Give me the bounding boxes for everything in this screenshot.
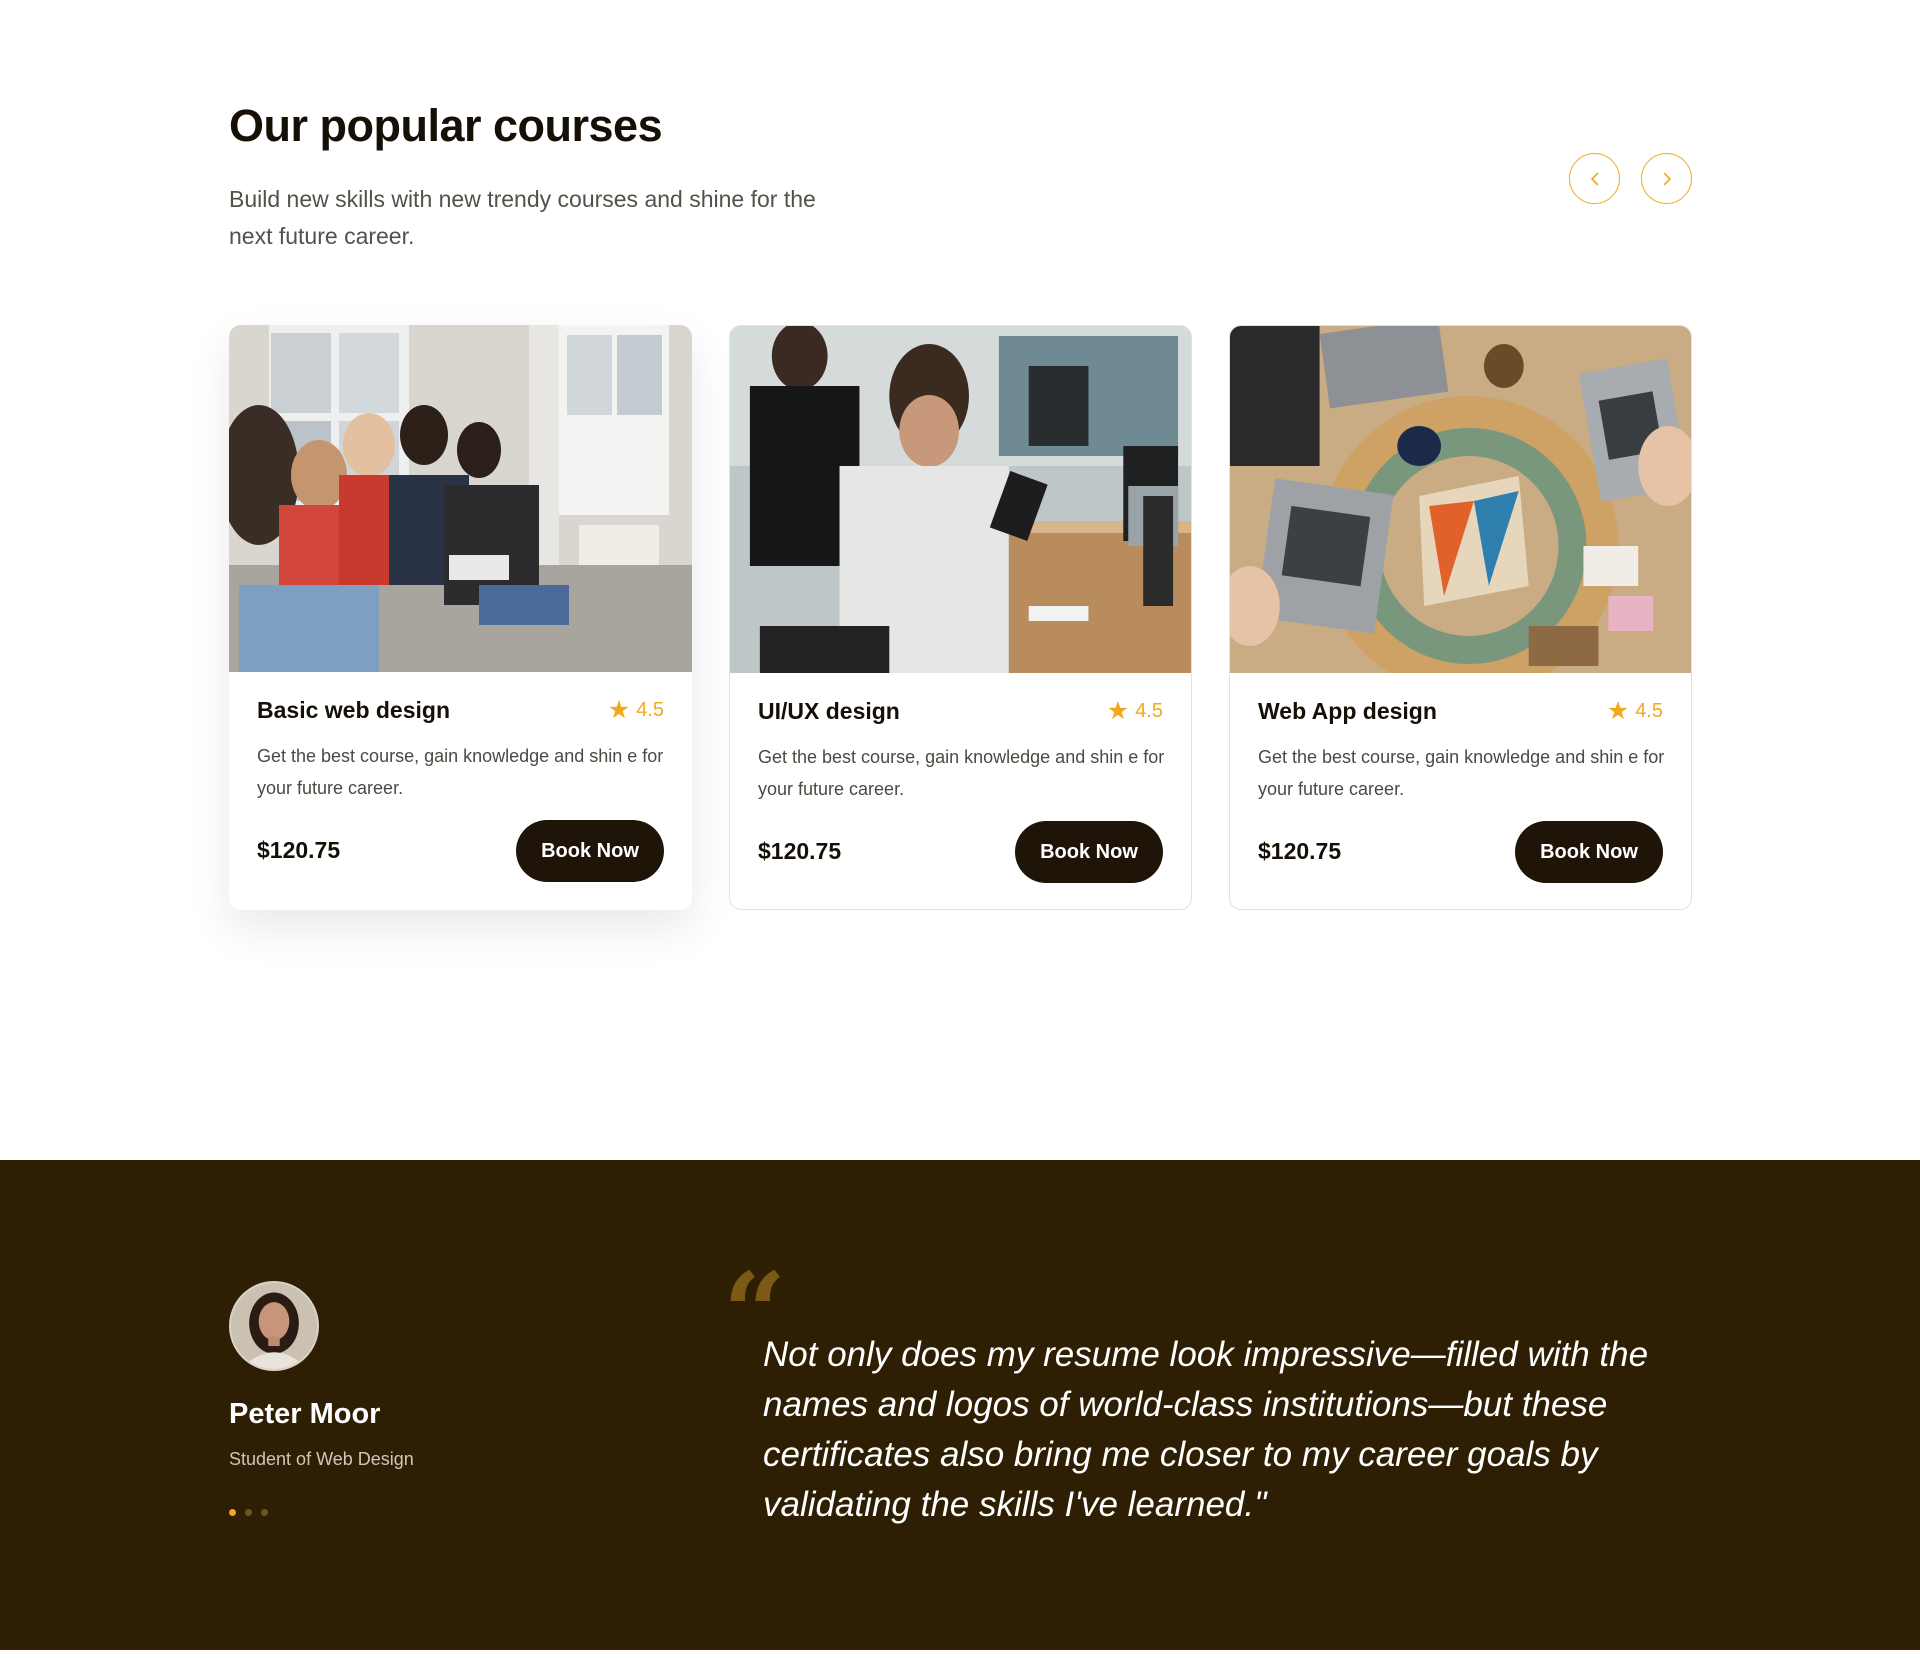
- popular-courses-section: Our popular courses Build new skills wit…: [0, 0, 1920, 1160]
- course-title: Web App design: [1258, 698, 1437, 724]
- page-bottom-strip: [0, 1650, 1920, 1658]
- rating-value: 4.5: [1135, 700, 1163, 722]
- carousel-next-button[interactable]: [1641, 153, 1692, 204]
- course-image-classroom: [229, 325, 692, 672]
- course-card[interactable]: Basic web design ★ 4.5 Get the best cour…: [229, 325, 692, 910]
- course-title: Basic web design: [257, 697, 451, 723]
- testimonial-name: Peter Moor: [229, 1398, 381, 1430]
- course-price: $120.75: [257, 837, 341, 863]
- section-subtitle: Build new skills with new trendy courses…: [229, 186, 816, 249]
- testimonial-role: Student of Web Design: [229, 1449, 414, 1469]
- course-rating: ★ 4.5: [608, 698, 664, 723]
- course-description: Get the best course, gain knowledge and …: [1258, 747, 1665, 799]
- rating-value: 4.5: [636, 699, 664, 721]
- testimonial-section: Peter Moor Student of Web Design “ Not o…: [0, 1160, 1920, 1650]
- course-price: $120.75: [758, 838, 842, 864]
- course-rating: ★ 4.5: [1107, 699, 1163, 724]
- course-description: Get the best course, gain knowledge and …: [257, 746, 664, 798]
- carousel-prev-button[interactable]: [1569, 153, 1620, 204]
- testimonial-quote: Not only does my resume look impressive—…: [763, 1335, 1649, 1524]
- course-title: UI/UX design: [758, 698, 900, 724]
- slider-dot-3[interactable]: [261, 1509, 268, 1516]
- book-now-button[interactable]: Book Now: [1515, 821, 1663, 883]
- star-icon: ★: [1606, 697, 1630, 725]
- course-description: Get the best course, gain knowledge and …: [758, 747, 1165, 799]
- course-rating: ★ 4.5: [1607, 699, 1663, 724]
- slider-dots: [229, 1509, 268, 1516]
- section-title: Our popular courses: [229, 100, 663, 151]
- course-card[interactable]: UI/UX design ★ 4.5 Get the best course, …: [729, 325, 1192, 910]
- rating-value: 4.5: [1635, 700, 1663, 722]
- book-now-button[interactable]: Book Now: [516, 820, 664, 882]
- course-price: $120.75: [1258, 838, 1342, 864]
- book-now-button[interactable]: Book Now: [1015, 821, 1163, 883]
- slider-dot-1[interactable]: [229, 1509, 236, 1516]
- course-image-team-table: [1230, 326, 1691, 673]
- slider-dot-2[interactable]: [245, 1509, 252, 1516]
- avatar: [229, 1281, 319, 1371]
- chevron-left-icon: [1590, 172, 1598, 185]
- course-image-developer: [730, 326, 1191, 673]
- chevron-right-icon: [1663, 172, 1671, 185]
- course-card[interactable]: Web App design ★ 4.5 Get the best course…: [1229, 325, 1692, 910]
- star-icon: ★: [1106, 697, 1130, 725]
- star-icon: ★: [607, 696, 631, 724]
